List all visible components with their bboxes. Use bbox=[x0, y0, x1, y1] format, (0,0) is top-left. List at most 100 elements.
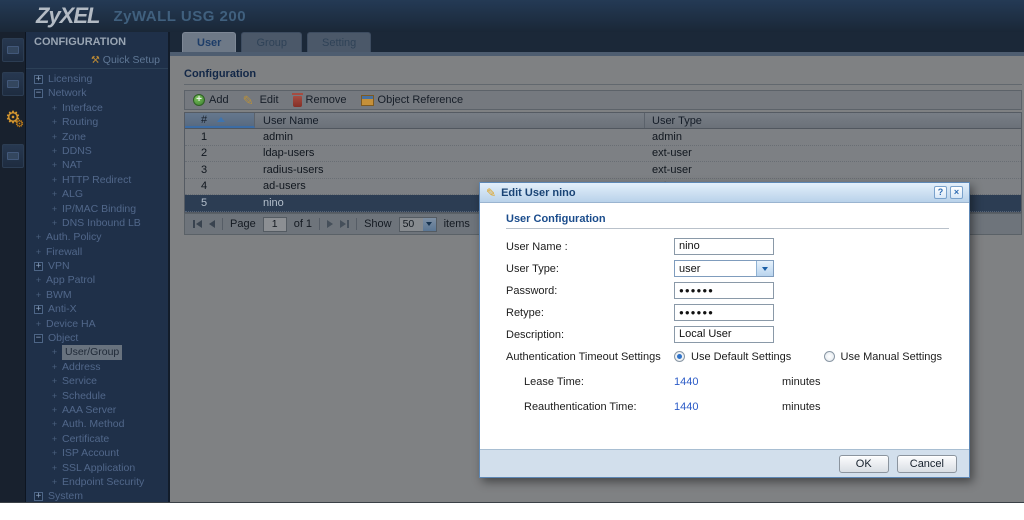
sidebar-item-dns-inbound-lb[interactable]: + DNS Inbound LB bbox=[26, 216, 168, 230]
monitor-icon[interactable] bbox=[2, 72, 24, 96]
sidebar-item-address[interactable]: + Address bbox=[26, 360, 168, 374]
user-type-value: user bbox=[679, 262, 701, 275]
sidebar-item-label: User/Group bbox=[62, 345, 123, 360]
sidebar-item-service[interactable]: + Service bbox=[26, 374, 168, 388]
sidebar-item-user-group[interactable]: + User/Group bbox=[26, 345, 168, 360]
sidebar-menu: + Licensing − Network + Interface + Routing + Zon… bbox=[26, 72, 168, 502]
collapse-minus-icon[interactable]: − bbox=[34, 333, 43, 343]
sidebar-item-routing[interactable]: + Routing bbox=[26, 115, 168, 129]
sidebar-item-label: Endpoint Security bbox=[62, 475, 145, 488]
sidebar-item-isp-account[interactable]: + ISP Account bbox=[26, 446, 168, 460]
sidebar-item-ssl-application[interactable]: + SSL Application bbox=[26, 461, 168, 475]
user-number-cell: 1 bbox=[201, 130, 208, 143]
add-button-label: Add bbox=[209, 94, 229, 106]
sidebar-item-certificate[interactable]: + Certificate bbox=[26, 432, 168, 446]
dialog-help-button[interactable]: ? bbox=[934, 186, 947, 199]
sidebar-item-http-redirect[interactable]: + HTTP Redirect bbox=[26, 173, 168, 187]
remove-button[interactable]: Remove bbox=[291, 92, 347, 107]
column-header-number[interactable]: # bbox=[185, 113, 255, 128]
previous-page-button[interactable] bbox=[209, 220, 215, 228]
previous-page-arrow-icon bbox=[209, 220, 215, 228]
configuration-sidebar: CONFIGURATION ⚒ Quick Setup + Licensing − Ne… bbox=[26, 32, 170, 502]
first-page-button[interactable] bbox=[193, 220, 202, 228]
user-name-input[interactable]: nino bbox=[674, 238, 774, 255]
expand-plus-icon[interactable]: + bbox=[34, 304, 43, 314]
page-size-select[interactable]: 50 bbox=[398, 216, 437, 232]
sidebar-item-anti-x[interactable]: + Anti-X bbox=[26, 302, 168, 316]
password-input[interactable]: ●●●●●● bbox=[674, 282, 774, 299]
add-button[interactable]: + Add bbox=[193, 94, 229, 106]
sidebar-item-label: SSL Application bbox=[62, 461, 136, 474]
sidebar-item-label: Auth. Policy bbox=[46, 231, 102, 244]
sidebar-item-nat[interactable]: + NAT bbox=[26, 158, 168, 172]
tab-user[interactable]: User bbox=[182, 32, 237, 52]
object-reference-button[interactable]: Object Reference bbox=[360, 94, 463, 106]
sidebar-item-device-ha[interactable]: + Device HA bbox=[26, 317, 168, 331]
sidebar-item-auth-policy[interactable]: + Auth. Policy bbox=[26, 230, 168, 244]
menu-bullet-icon: + bbox=[51, 404, 58, 415]
user-type-cell: admin bbox=[652, 130, 682, 143]
items-label: items bbox=[443, 218, 470, 230]
sidebar-item-endpoint-security[interactable]: + Endpoint Security bbox=[26, 475, 168, 489]
expand-plus-icon[interactable]: + bbox=[34, 261, 43, 271]
table-row[interactable]: 3 radius-users ext-user bbox=[185, 162, 1021, 179]
status-glyph bbox=[7, 46, 19, 54]
column-header-user-name[interactable]: User Name bbox=[255, 113, 645, 128]
sidebar-item-zone[interactable]: + Zone bbox=[26, 130, 168, 144]
sidebar-item-auth-method[interactable]: + Auth. Method bbox=[26, 417, 168, 431]
sidebar-item-label: Auth. Method bbox=[62, 418, 125, 431]
sidebar-item-vpn[interactable]: + VPN bbox=[26, 259, 168, 273]
reauthentication-time-label: Reauthentication Time: bbox=[524, 400, 637, 413]
collapse-minus-icon[interactable]: − bbox=[34, 89, 43, 99]
table-row[interactable]: 2 ldap-users ext-user bbox=[185, 145, 1021, 162]
sidebar-item-aaa-server[interactable]: + AAA Server bbox=[26, 403, 168, 417]
dialog-footer: OK Cancel bbox=[480, 449, 969, 477]
next-page-button[interactable] bbox=[327, 220, 334, 228]
monitor-glyph bbox=[7, 80, 19, 88]
user-type-chevron-down-icon bbox=[756, 261, 773, 276]
retype-input[interactable]: ●●●●●● bbox=[674, 304, 774, 321]
sidebar-item-object[interactable]: − Object bbox=[26, 331, 168, 345]
sidebar-item-interface[interactable]: + Interface bbox=[26, 101, 168, 115]
quick-setup-link[interactable]: ⚒ Quick Setup bbox=[26, 52, 168, 69]
table-row[interactable]: 1 admin admin bbox=[185, 129, 1021, 146]
column-header-user-type[interactable]: User Type bbox=[645, 113, 1021, 128]
sidebar-item-label: Zone bbox=[62, 130, 86, 143]
sidebar-item-licensing[interactable]: + Licensing bbox=[26, 72, 168, 86]
page-number-input[interactable]: 1 bbox=[262, 216, 287, 232]
sidebar-item-network[interactable]: − Network bbox=[26, 86, 168, 100]
sidebar-item-ip-mac-binding[interactable]: + IP/MAC Binding bbox=[26, 202, 168, 216]
configuration-icon[interactable]: ⚙ bbox=[2, 106, 24, 130]
page-of-label: of 1 bbox=[293, 218, 313, 230]
description-input[interactable]: Local User bbox=[674, 326, 774, 343]
maintenance-icon[interactable] bbox=[2, 144, 24, 168]
tab-group[interactable]: Group bbox=[241, 32, 303, 52]
expand-plus-icon[interactable]: + bbox=[34, 492, 43, 502]
edit-button[interactable]: Edit bbox=[243, 94, 279, 107]
sidebar-item-ddns[interactable]: + DDNS bbox=[26, 144, 168, 158]
use-manual-settings-radio[interactable] bbox=[823, 351, 835, 362]
use-default-settings-radio[interactable] bbox=[674, 351, 685, 362]
dialog-close-button[interactable]: × bbox=[950, 186, 963, 199]
sidebar-item-bwm[interactable]: + BWM bbox=[26, 288, 168, 302]
user-name-row: User Name : nino bbox=[506, 238, 949, 255]
sidebar-item-system[interactable]: + System bbox=[26, 489, 168, 502]
user-type-select[interactable]: user bbox=[674, 260, 774, 277]
status-icon[interactable] bbox=[2, 38, 24, 62]
table-toolbar: + Add Edit Remove Object Reference bbox=[184, 90, 1022, 110]
tab-setting[interactable]: Setting bbox=[307, 32, 372, 52]
sidebar-item-schedule[interactable]: + Schedule bbox=[26, 389, 168, 403]
last-page-button[interactable] bbox=[340, 220, 350, 228]
page-size-value: 50 bbox=[402, 217, 415, 230]
user-type-cell: ext-user bbox=[652, 147, 692, 160]
ok-button[interactable]: OK bbox=[838, 454, 889, 473]
sidebar-item-alg[interactable]: + ALG bbox=[26, 187, 168, 201]
cancel-button[interactable]: Cancel bbox=[896, 454, 957, 473]
sidebar-item-app-patrol[interactable]: + App Patrol bbox=[26, 273, 168, 287]
sidebar-item-firewall[interactable]: + Firewall bbox=[26, 245, 168, 259]
edit-pencil-icon: ✎ bbox=[486, 185, 497, 200]
auth-timeout-label: Authentication Timeout Settings bbox=[506, 350, 661, 363]
menu-bullet-icon: + bbox=[51, 102, 58, 113]
expand-plus-icon[interactable]: + bbox=[34, 74, 43, 84]
remove-button-label: Remove bbox=[305, 94, 347, 106]
